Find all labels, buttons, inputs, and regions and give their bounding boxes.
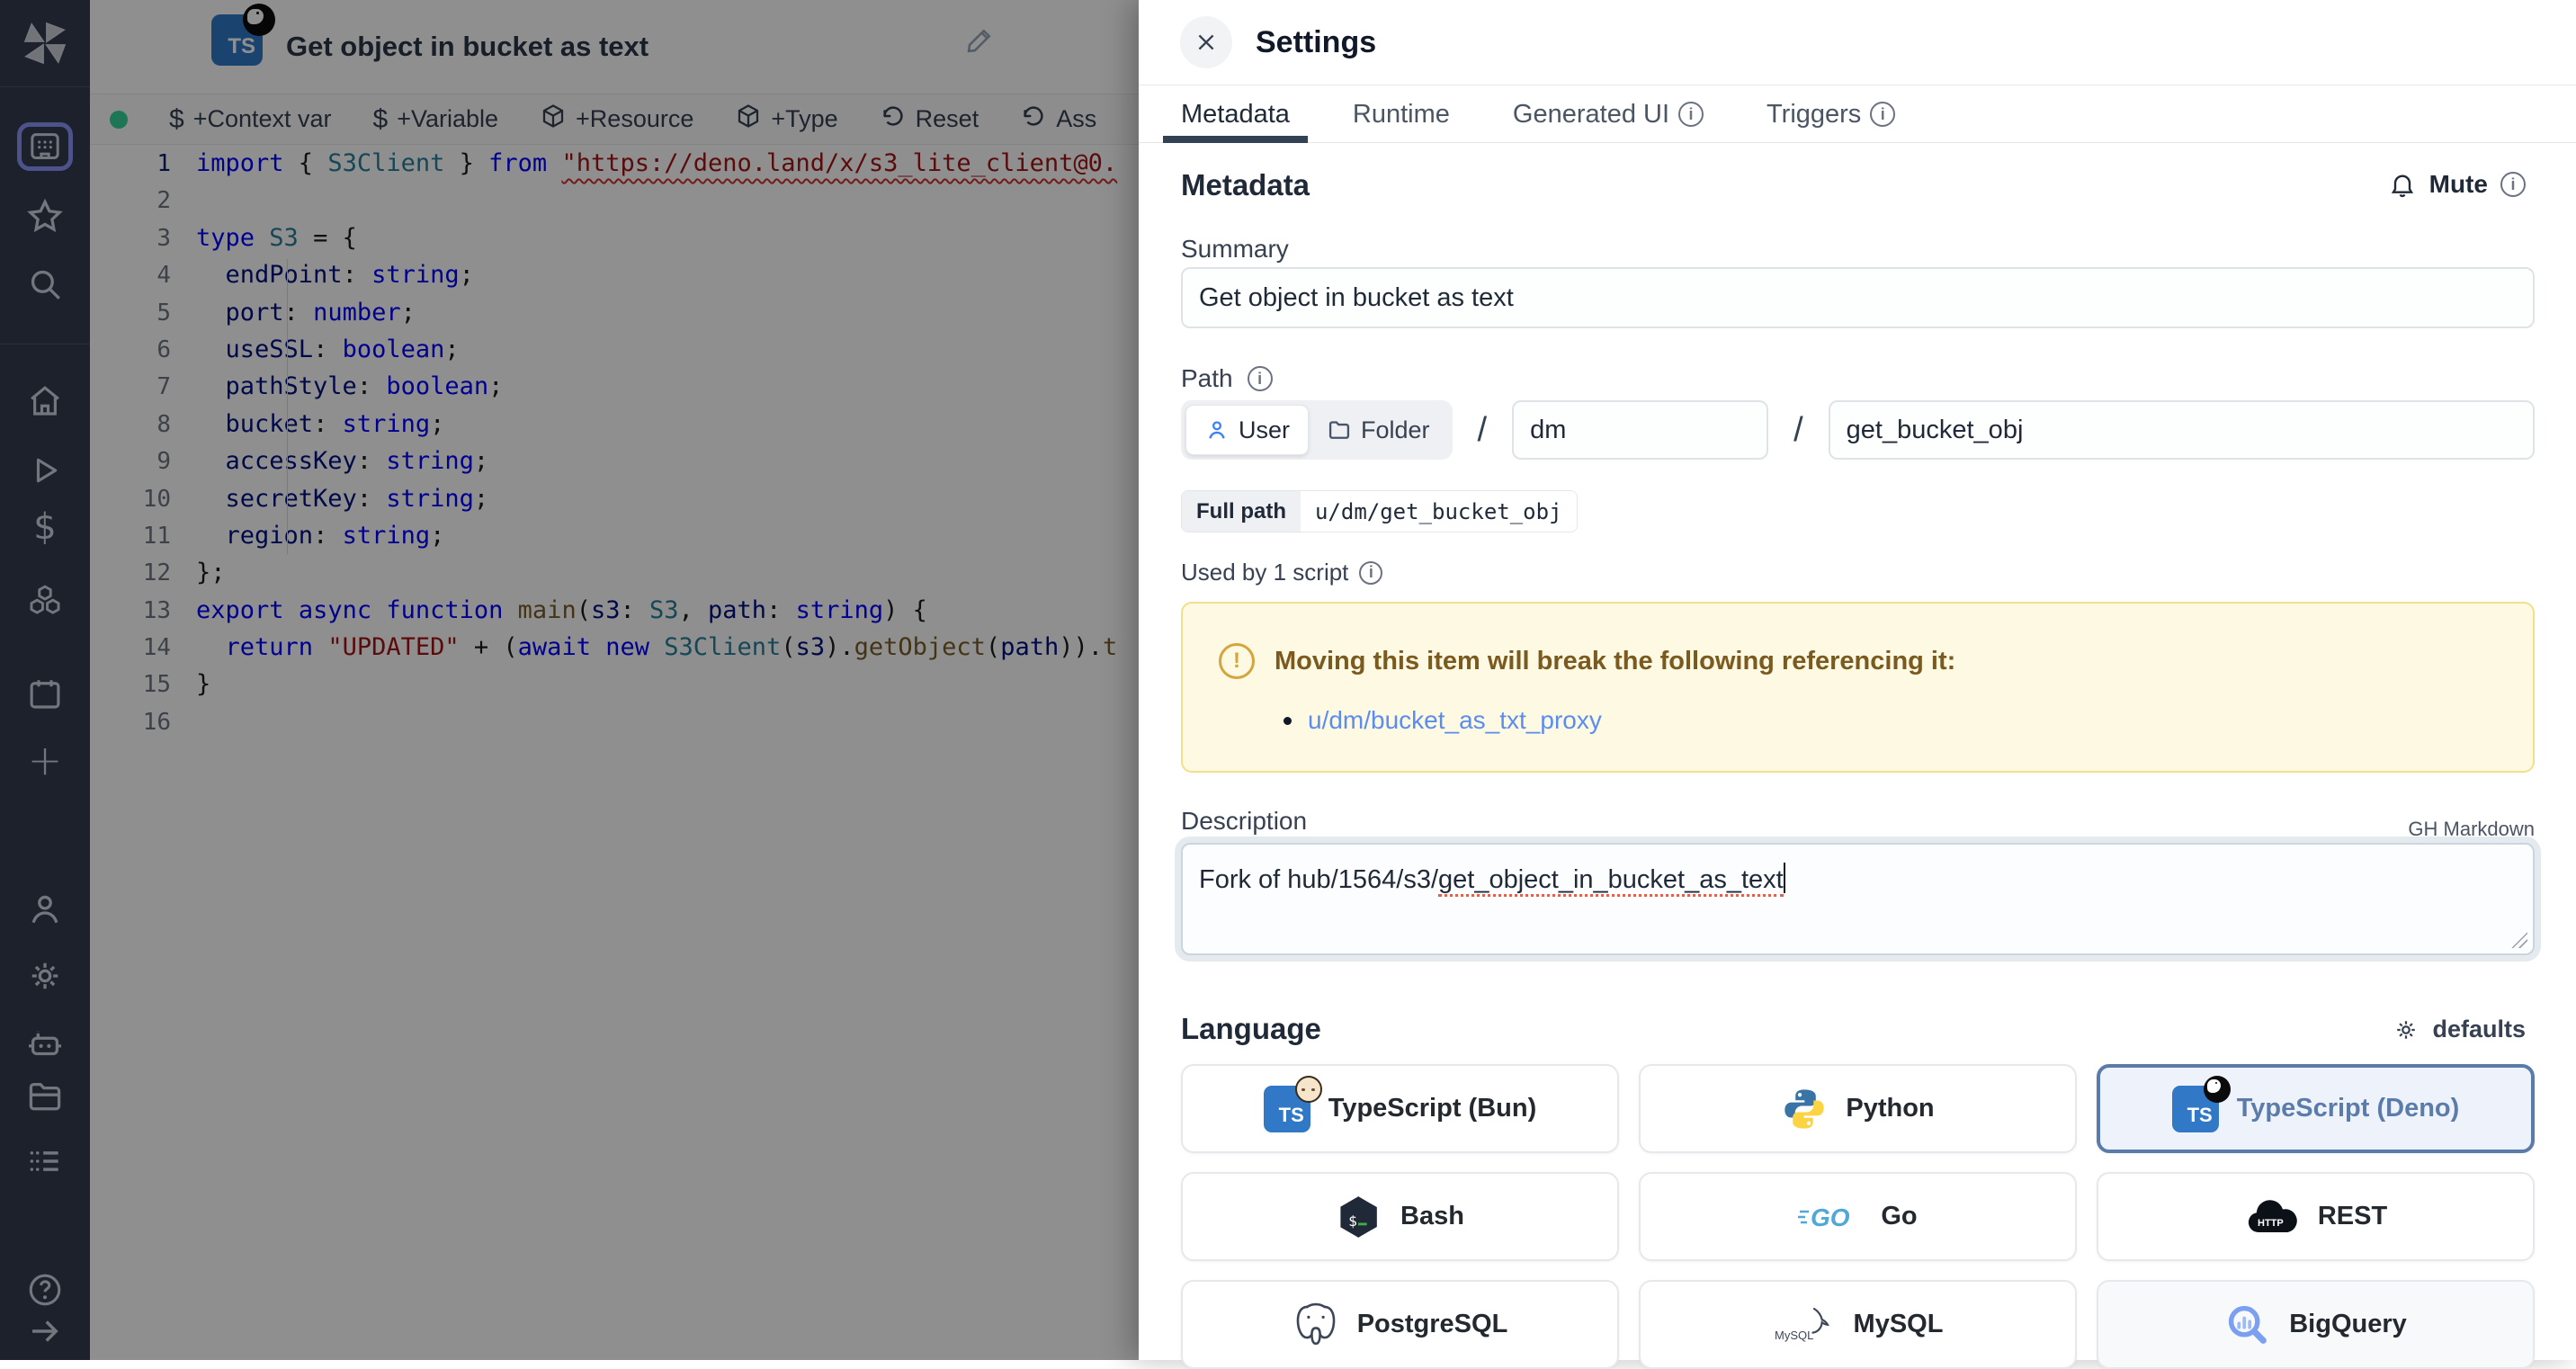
close-icon[interactable] — [1180, 16, 1232, 68]
language-option-python[interactable]: Python — [1639, 1064, 2077, 1153]
drawer-title: Settings — [1256, 25, 1376, 60]
language-grid: TS TypeScript (Bun) Python TS TypeScript (De… — [1181, 1064, 2535, 1369]
svg-text:$: $ — [1348, 1212, 1357, 1229]
typescript-deno-icon: TS — [2172, 1086, 2219, 1132]
info-icon[interactable]: i — [1678, 102, 1704, 127]
path-separator: / — [1478, 411, 1488, 450]
misspelled-text: get_object_in_bucket_as_text — [1438, 865, 1784, 897]
full-path-label: Full path — [1182, 491, 1301, 532]
settings-drawer: Settings Metadata Runtime Generated UIi Tri… — [1139, 0, 2576, 1360]
description-label: Description — [1181, 807, 1307, 836]
postgresql-icon — [1292, 1302, 1339, 1348]
defaults-button[interactable]: defaults — [2393, 1016, 2526, 1043]
language-option-rest[interactable]: HTTP REST — [2097, 1172, 2535, 1261]
tab-runtime[interactable]: Runtime — [1353, 86, 1450, 143]
language-option-typescript--deno-[interactable]: TS TypeScript (Deno) — [2097, 1064, 2535, 1153]
svg-text:MySQL: MySQL — [1775, 1329, 1813, 1342]
language-label: PostgreSQL — [1357, 1310, 1508, 1339]
svg-text:HTTP: HTTP — [2258, 1218, 2284, 1229]
language-label: BigQuery — [2289, 1310, 2407, 1339]
referencing-script-link[interactable]: u/dm/bucket_as_txt_proxy — [1308, 706, 1602, 735]
text-cursor — [1784, 863, 1786, 893]
language-label: Go — [1881, 1202, 1917, 1231]
path-kind-segmented: User Folder — [1181, 400, 1453, 460]
full-path-value: u/dm/get_bucket_obj — [1301, 491, 1577, 532]
language-option-mysql[interactable]: MySQL MySQL — [1639, 1280, 2077, 1369]
tab-triggers[interactable]: Triggersi — [1767, 86, 1895, 143]
language-label: Python — [1846, 1094, 1934, 1123]
deno-badge-icon — [2204, 1076, 2231, 1103]
go-icon: GO — [1798, 1202, 1863, 1232]
mute-button[interactable]: Mute i — [2388, 170, 2526, 199]
warning-box: ! Moving this item will break the follow… — [1181, 602, 2535, 773]
bigquery-icon — [2224, 1302, 2271, 1348]
language-label: TypeScript (Deno) — [2237, 1094, 2460, 1123]
bullet — [1284, 717, 1292, 725]
folder-icon — [1327, 417, 1352, 443]
language-label: REST — [2318, 1202, 2387, 1231]
gh-markdown-badge: GH Markdown — [2408, 818, 2535, 841]
bell-icon — [2388, 170, 2417, 199]
language-label: Bash — [1400, 1202, 1464, 1231]
gear-icon — [2393, 1016, 2419, 1043]
python-icon — [1781, 1086, 1828, 1132]
path-name-input[interactable] — [1829, 400, 2535, 460]
tab-metadata[interactable]: Metadata — [1181, 86, 1290, 143]
used-by-text: Used by 1 script — [1181, 559, 1348, 586]
mysql-icon: MySQL — [1773, 1305, 1836, 1345]
path-owner-input[interactable] — [1512, 400, 1768, 460]
language-option-go[interactable]: GO Go — [1639, 1172, 2077, 1261]
info-icon[interactable]: i — [1870, 102, 1895, 127]
info-icon[interactable]: i — [1248, 366, 1273, 391]
user-icon — [1204, 417, 1230, 443]
metadata-heading: Metadata — [1181, 168, 1310, 202]
svg-text:GO: GO — [1811, 1203, 1850, 1231]
summary-input[interactable] — [1181, 267, 2535, 328]
full-path-chip: Full path u/dm/get_bucket_obj — [1181, 490, 1578, 532]
bun-badge-icon — [1295, 1076, 1322, 1103]
drawer-header: Settings — [1139, 0, 2576, 85]
language-option-bigquery[interactable]: BigQuery — [2097, 1280, 2535, 1369]
info-icon[interactable]: i — [2500, 172, 2526, 197]
typescript-bun-icon: TS — [1264, 1086, 1310, 1132]
warning-icon: ! — [1219, 643, 1255, 679]
tab-bar: Metadata Runtime Generated UIi Triggersi — [1139, 86, 2576, 143]
language-option-postgresql[interactable]: PostgreSQL — [1181, 1280, 1619, 1369]
info-icon[interactable]: i — [1359, 561, 1382, 585]
path-label: Path — [1181, 364, 1233, 393]
summary-label: Summary — [1181, 235, 1289, 264]
drawer-backdrop[interactable] — [0, 0, 1139, 1360]
tab-generated-ui[interactable]: Generated UIi — [1513, 86, 1704, 143]
language-label: TypeScript (Bun) — [1328, 1094, 1536, 1123]
path-separator: / — [1793, 411, 1803, 450]
language-label: MySQL — [1854, 1310, 1944, 1339]
language-option-typescript--bun-[interactable]: TS TypeScript (Bun) — [1181, 1064, 1619, 1153]
description-textarea[interactable]: Fork of hub/1564/s3/get_object_in_bucket… — [1181, 843, 2535, 955]
language-option-bash[interactable]: $ Bash — [1181, 1172, 1619, 1261]
bash-icon: $ — [1336, 1194, 1382, 1240]
resize-grip[interactable] — [2511, 932, 2527, 948]
drawer-body: Metadata Mute i Summary Path i User Fold… — [1181, 143, 2535, 1360]
warning-title: Moving this item will break the followin… — [1275, 647, 1955, 676]
path-kind-folder[interactable]: Folder — [1309, 405, 1448, 455]
language-heading: Language — [1181, 1012, 1321, 1046]
path-kind-user[interactable]: User — [1185, 405, 1309, 455]
rest-icon: HTTP — [2244, 1196, 2300, 1238]
